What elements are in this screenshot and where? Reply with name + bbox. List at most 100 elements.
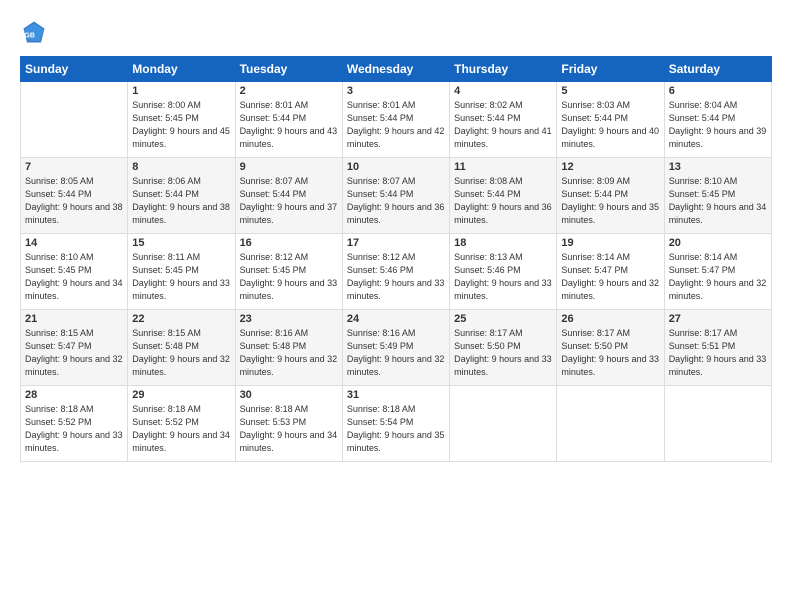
day-number: 13 <box>669 161 767 173</box>
calendar-cell <box>664 386 771 462</box>
cell-info: Sunrise: 8:03 AMSunset: 5:44 PMDaylight:… <box>561 99 659 151</box>
cell-info: Sunrise: 8:18 AMSunset: 5:54 PMDaylight:… <box>347 403 445 455</box>
calendar-cell: 29 Sunrise: 8:18 AMSunset: 5:52 PMDayligh… <box>128 386 235 462</box>
calendar-cell: 14Sunrise: 8:10 AMSunset: 5:45 PMDayligh… <box>21 234 128 310</box>
calendar-cell: 2 Sunrise: 8:01 AMSunset: 5:44 PMDaylight… <box>235 82 342 158</box>
day-number: 4 <box>454 85 552 97</box>
cell-info: Sunrise: 8:10 AMSunset: 5:45 PMDaylight:… <box>669 175 767 227</box>
day-number: 19 <box>561 237 659 249</box>
calendar-cell: 8Sunrise: 8:06 AMSunset: 5:44 PMDaylight… <box>128 158 235 234</box>
day-number: 1 <box>132 85 230 97</box>
calendar-cell: 3 Sunrise: 8:01 AMSunset: 5:44 PMDaylight… <box>342 82 449 158</box>
header-row: SundayMondayTuesdayWednesdayThursdayFrid… <box>21 57 772 82</box>
day-number: 24 <box>347 313 445 325</box>
calendar-cell: 26Sunrise: 8:17 AMSunset: 5:50 PMDayligh… <box>557 310 664 386</box>
calendar-cell: 22 Sunrise: 8:15 AMSunset: 5:48 PMDayligh… <box>128 310 235 386</box>
calendar-cell: 7 Sunrise: 8:05 AMSunset: 5:44 PMDaylight… <box>21 158 128 234</box>
calendar-cell <box>21 82 128 158</box>
calendar-cell: 28 Sunrise: 8:18 AMSunset: 5:52 PMDayligh… <box>21 386 128 462</box>
cell-info: Sunrise: 8:17 AMSunset: 5:51 PMDaylight:… <box>669 327 767 379</box>
calendar-cell: 10 Sunrise: 8:07 AMSunset: 5:44 PMDayligh… <box>342 158 449 234</box>
cell-info: Sunrise: 8:00 AMSunset: 5:45 PMDaylight:… <box>132 99 230 151</box>
cell-info: Sunrise: 8:16 AMSunset: 5:48 PMDaylight:… <box>240 327 338 379</box>
cell-info: Sunrise: 8:17 AMSunset: 5:50 PMDaylight:… <box>561 327 659 379</box>
calendar-cell: 23 Sunrise: 8:16 AMSunset: 5:48 PMDayligh… <box>235 310 342 386</box>
day-number: 2 <box>240 85 338 97</box>
cell-info: Sunrise: 8:18 AMSunset: 5:53 PMDaylight:… <box>240 403 338 455</box>
cell-info: Sunrise: 8:12 AMSunset: 5:46 PMDaylight:… <box>347 251 445 303</box>
logo: GB <box>20 18 52 46</box>
cell-info: Sunrise: 8:08 AMSunset: 5:44 PMDaylight:… <box>454 175 552 227</box>
col-header-tuesday: Tuesday <box>235 57 342 82</box>
calendar-cell: 21 Sunrise: 8:15 AMSunset: 5:47 PMDayligh… <box>21 310 128 386</box>
calendar-cell: 24 Sunrise: 8:16 AMSunset: 5:49 PMDayligh… <box>342 310 449 386</box>
cell-info: Sunrise: 8:15 AMSunset: 5:47 PMDaylight:… <box>25 327 123 379</box>
day-number: 5 <box>561 85 659 97</box>
day-number: 3 <box>347 85 445 97</box>
day-number: 23 <box>240 313 338 325</box>
calendar-cell: 6Sunrise: 8:04 AMSunset: 5:44 PMDaylight… <box>664 82 771 158</box>
calendar-cell: 20 Sunrise: 8:14 AMSunset: 5:47 PMDayligh… <box>664 234 771 310</box>
day-number: 18 <box>454 237 552 249</box>
cell-info: Sunrise: 8:10 AMSunset: 5:45 PMDaylight:… <box>25 251 123 303</box>
cell-info: Sunrise: 8:11 AMSunset: 5:45 PMDaylight:… <box>132 251 230 303</box>
cell-info: Sunrise: 8:14 AMSunset: 5:47 PMDaylight:… <box>561 251 659 303</box>
day-number: 30 <box>240 389 338 401</box>
calendar-cell: 30 Sunrise: 8:18 AMSunset: 5:53 PMDayligh… <box>235 386 342 462</box>
calendar-page: GB SundayMondayTuesdayWednesdayThursdayF… <box>0 0 792 612</box>
calendar-cell: 5 Sunrise: 8:03 AMSunset: 5:44 PMDaylight… <box>557 82 664 158</box>
cell-info: Sunrise: 8:07 AMSunset: 5:44 PMDaylight:… <box>240 175 338 227</box>
day-number: 15 <box>132 237 230 249</box>
cell-info: Sunrise: 8:14 AMSunset: 5:47 PMDaylight:… <box>669 251 767 303</box>
cell-info: Sunrise: 8:16 AMSunset: 5:49 PMDaylight:… <box>347 327 445 379</box>
cell-info: Sunrise: 8:05 AMSunset: 5:44 PMDaylight:… <box>25 175 123 227</box>
calendar-cell: 27 Sunrise: 8:17 AMSunset: 5:51 PMDayligh… <box>664 310 771 386</box>
calendar-cell <box>450 386 557 462</box>
cell-info: Sunrise: 8:17 AMSunset: 5:50 PMDaylight:… <box>454 327 552 379</box>
calendar-cell: 9 Sunrise: 8:07 AMSunset: 5:44 PMDaylight… <box>235 158 342 234</box>
day-number: 10 <box>347 161 445 173</box>
day-number: 21 <box>25 313 123 325</box>
cell-info: Sunrise: 8:01 AMSunset: 5:44 PMDaylight:… <box>347 99 445 151</box>
calendar-cell: 12Sunrise: 8:09 AMSunset: 5:44 PMDayligh… <box>557 158 664 234</box>
calendar-cell: 13 Sunrise: 8:10 AMSunset: 5:45 PMDayligh… <box>664 158 771 234</box>
week-row-3: 21 Sunrise: 8:15 AMSunset: 5:47 PMDayligh… <box>21 310 772 386</box>
cell-info: Sunrise: 8:15 AMSunset: 5:48 PMDaylight:… <box>132 327 230 379</box>
week-row-1: 7 Sunrise: 8:05 AMSunset: 5:44 PMDaylight… <box>21 158 772 234</box>
day-number: 27 <box>669 313 767 325</box>
day-number: 7 <box>25 161 123 173</box>
calendar-cell: 15 Sunrise: 8:11 AMSunset: 5:45 PMDayligh… <box>128 234 235 310</box>
day-number: 31 <box>347 389 445 401</box>
calendar-cell: 11 Sunrise: 8:08 AMSunset: 5:44 PMDayligh… <box>450 158 557 234</box>
calendar-cell: 25 Sunrise: 8:17 AMSunset: 5:50 PMDayligh… <box>450 310 557 386</box>
cell-info: Sunrise: 8:06 AMSunset: 5:44 PMDaylight:… <box>132 175 230 227</box>
day-number: 16 <box>240 237 338 249</box>
col-header-monday: Monday <box>128 57 235 82</box>
day-number: 9 <box>240 161 338 173</box>
cell-info: Sunrise: 8:09 AMSunset: 5:44 PMDaylight:… <box>561 175 659 227</box>
cell-info: Sunrise: 8:07 AMSunset: 5:44 PMDaylight:… <box>347 175 445 227</box>
svg-text:GB: GB <box>24 32 35 39</box>
cell-info: Sunrise: 8:13 AMSunset: 5:46 PMDaylight:… <box>454 251 552 303</box>
week-row-2: 14Sunrise: 8:10 AMSunset: 5:45 PMDayligh… <box>21 234 772 310</box>
calendar-cell: 31 Sunrise: 8:18 AMSunset: 5:54 PMDayligh… <box>342 386 449 462</box>
day-number: 17 <box>347 237 445 249</box>
calendar-cell <box>557 386 664 462</box>
week-row-4: 28 Sunrise: 8:18 AMSunset: 5:52 PMDayligh… <box>21 386 772 462</box>
day-number: 22 <box>132 313 230 325</box>
col-header-saturday: Saturday <box>664 57 771 82</box>
day-number: 25 <box>454 313 552 325</box>
cell-info: Sunrise: 8:18 AMSunset: 5:52 PMDaylight:… <box>132 403 230 455</box>
calendar-cell: 4 Sunrise: 8:02 AMSunset: 5:44 PMDaylight… <box>450 82 557 158</box>
cell-info: Sunrise: 8:01 AMSunset: 5:44 PMDaylight:… <box>240 99 338 151</box>
col-header-sunday: Sunday <box>21 57 128 82</box>
cell-info: Sunrise: 8:18 AMSunset: 5:52 PMDaylight:… <box>25 403 123 455</box>
day-number: 11 <box>454 161 552 173</box>
cell-info: Sunrise: 8:04 AMSunset: 5:44 PMDaylight:… <box>669 99 767 151</box>
day-number: 28 <box>25 389 123 401</box>
day-number: 20 <box>669 237 767 249</box>
cell-info: Sunrise: 8:02 AMSunset: 5:44 PMDaylight:… <box>454 99 552 151</box>
calendar-cell: 17 Sunrise: 8:12 AMSunset: 5:46 PMDayligh… <box>342 234 449 310</box>
col-header-wednesday: Wednesday <box>342 57 449 82</box>
day-number: 29 <box>132 389 230 401</box>
